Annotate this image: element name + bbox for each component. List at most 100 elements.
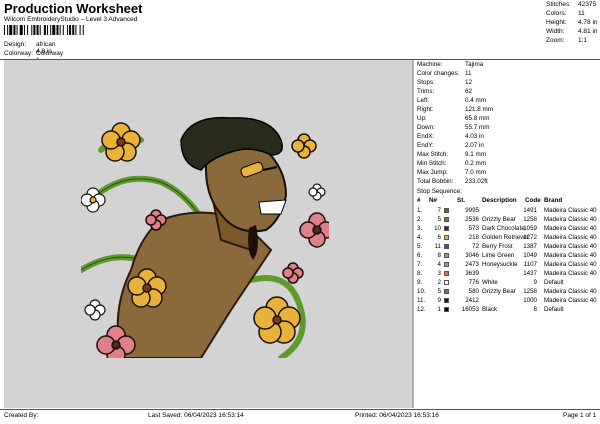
needle-number: 4: [437, 261, 441, 268]
thread-code: 1000: [523, 297, 537, 304]
footer-printed: Printed: 06/04/2023 16:53:16: [355, 412, 439, 419]
thread-code: 1258: [523, 216, 537, 223]
thread-description: Berry Frost: [482, 243, 513, 250]
barcode-bar: [39, 25, 41, 35]
row-number: 12.: [417, 306, 426, 313]
barcode-bar: [75, 25, 77, 35]
thread-code: 9: [533, 279, 537, 286]
stop-sequence-row: 10. 5 580 Grizzly Bear 1258 Madeira Classic 4…: [417, 288, 599, 297]
stop-sequence-row: 9. 2 776 White 9 Default: [417, 279, 599, 288]
needle-number: 8: [437, 252, 441, 259]
thread-brand: Madeira Classic 40: [544, 270, 597, 277]
thread-color-swatch: [444, 235, 449, 240]
stat-zoom: Zoom: 1:1: [546, 37, 588, 44]
software-subtitle: Wilcom EmbroideryStudio – Level 3 Advanc…: [4, 16, 138, 23]
barcode-bar: [52, 25, 56, 35]
row-number: 6.: [417, 252, 423, 259]
needle-number: 7: [437, 207, 441, 214]
stop-sequence-row: 3. 10 573 Dark Chocolate 1059 Madeira Classic…: [417, 225, 599, 234]
stop-sequence-row: 6. 8 3046 Lime Green 1049 Madeira Classic 40: [417, 252, 599, 261]
footer-created-by: Created By:: [4, 412, 39, 419]
barcode-bar: [62, 25, 64, 35]
stat-stitches: Stitches: 42375: [546, 1, 597, 8]
barcode: [4, 25, 84, 35]
info-min-stitch: Min Stitch: 0.2 mm: [417, 160, 486, 167]
barcode-bar: [33, 25, 36, 35]
stitch-count: 3639: [465, 270, 479, 277]
barcode-bar: [4, 25, 5, 35]
row-number: 1.: [417, 207, 423, 214]
info-total-bobbin: Total Bobbin: 233.02ft: [417, 178, 488, 185]
stitch-count: 3046: [465, 252, 479, 259]
stop-sequence-row: 2. 5 2536 Grizzly Bear 1258 Madeira Classic 4…: [417, 216, 599, 225]
thread-brand: Madeira Classic 40: [544, 216, 597, 223]
stop-sequence-row: 11. 9 2412 1000 Madeira Classic 40: [417, 297, 599, 306]
thread-code: 1059: [523, 225, 537, 232]
footer-last-saved: Last Saved: 06/04/2023 16:53:14: [148, 412, 244, 419]
needle-number: 9: [437, 297, 441, 304]
thread-brand: Madeira Classic 40: [544, 225, 597, 232]
machine-info-panel: Machine: Tajima Color changes: 11 Stops: 12…: [413, 60, 600, 408]
info-stops: Stops: 12: [417, 79, 473, 86]
thread-brand: Madeira Classic 40: [544, 261, 597, 268]
thread-color-swatch: [444, 271, 449, 276]
barcode-bar: [7, 25, 9, 35]
row-number: 3.: [417, 225, 423, 232]
needle-number: 11: [434, 243, 441, 250]
stitch-count: 218: [468, 234, 479, 241]
stitch-count: 2412: [465, 297, 479, 304]
barcode-bar: [9, 25, 13, 35]
stitch-count: 16053: [461, 306, 479, 313]
needle-number: 3: [437, 270, 441, 277]
barcode-bar: [23, 25, 25, 35]
stop-sequence-title: Stop Sequence:: [417, 188, 462, 195]
row-number: 10.: [417, 288, 426, 295]
thread-code: 1107: [523, 261, 537, 268]
thread-code: 1272: [523, 234, 537, 241]
thread-brand: Default: [544, 306, 564, 313]
thread-description: Grizzly Bear: [482, 216, 516, 223]
stop-sequence-row: 8. 3 3639 1437 Madeira Classic 40: [417, 270, 599, 279]
thread-brand: Madeira Classic 40: [544, 288, 597, 295]
info-machine: Machine: Tajima: [417, 61, 484, 68]
design-stats: Stitches: 42375 Colors: 11 Height: 4.78 in …: [543, 0, 600, 48]
thread-code: 1387: [523, 243, 537, 250]
thread-description: Honeysuckle: [482, 261, 518, 268]
row-number: 4.: [417, 234, 423, 241]
thread-brand: Default: [544, 279, 564, 286]
stitch-count: 573: [468, 225, 479, 232]
barcode-bar: [13, 25, 16, 35]
needle-number: 5: [437, 288, 441, 295]
thread-color-swatch: [444, 280, 449, 285]
thread-code: 1491: [523, 207, 537, 214]
row-number: 9.: [417, 279, 423, 286]
thread-color-swatch: [444, 208, 449, 213]
thread-description: Black: [482, 306, 498, 313]
stitch-count: 580: [468, 288, 479, 295]
thread-code: 1437: [523, 270, 537, 277]
thread-code: 1049: [523, 252, 537, 259]
stitch-count: 2536: [465, 216, 479, 223]
thread-color-swatch: [444, 253, 449, 258]
row-number: 11.: [417, 297, 426, 304]
thread-brand: Madeira Classic 40: [544, 297, 597, 304]
stop-sequence-row: 7. 4 2473 Honeysuckle 1107 Madeira Classic 40: [417, 261, 599, 270]
barcode-bar: [16, 25, 18, 35]
info-max-stitch: Max Stitch: 9.1 mm: [417, 151, 486, 158]
thread-description: Grizzly Bear: [482, 288, 516, 295]
thread-description: White: [482, 279, 498, 286]
row-number: 2.: [417, 216, 423, 223]
needle-number: 10: [434, 225, 441, 232]
barcode-bar: [31, 25, 33, 35]
info-right: Right: 121.8 mm: [417, 106, 493, 113]
thread-code: 8: [533, 306, 537, 313]
embroidery-design-image: [81, 116, 329, 358]
design-label: Design:: [4, 41, 27, 48]
barcode-bar: [36, 25, 39, 35]
barcode-bar: [56, 25, 59, 35]
info-down: Down: 55.7 mm: [417, 124, 490, 131]
thread-color-swatch: [444, 289, 449, 294]
barcode-bar: [79, 25, 81, 35]
stitch-count: 9995: [465, 207, 479, 214]
thread-code: 1258: [523, 288, 537, 295]
